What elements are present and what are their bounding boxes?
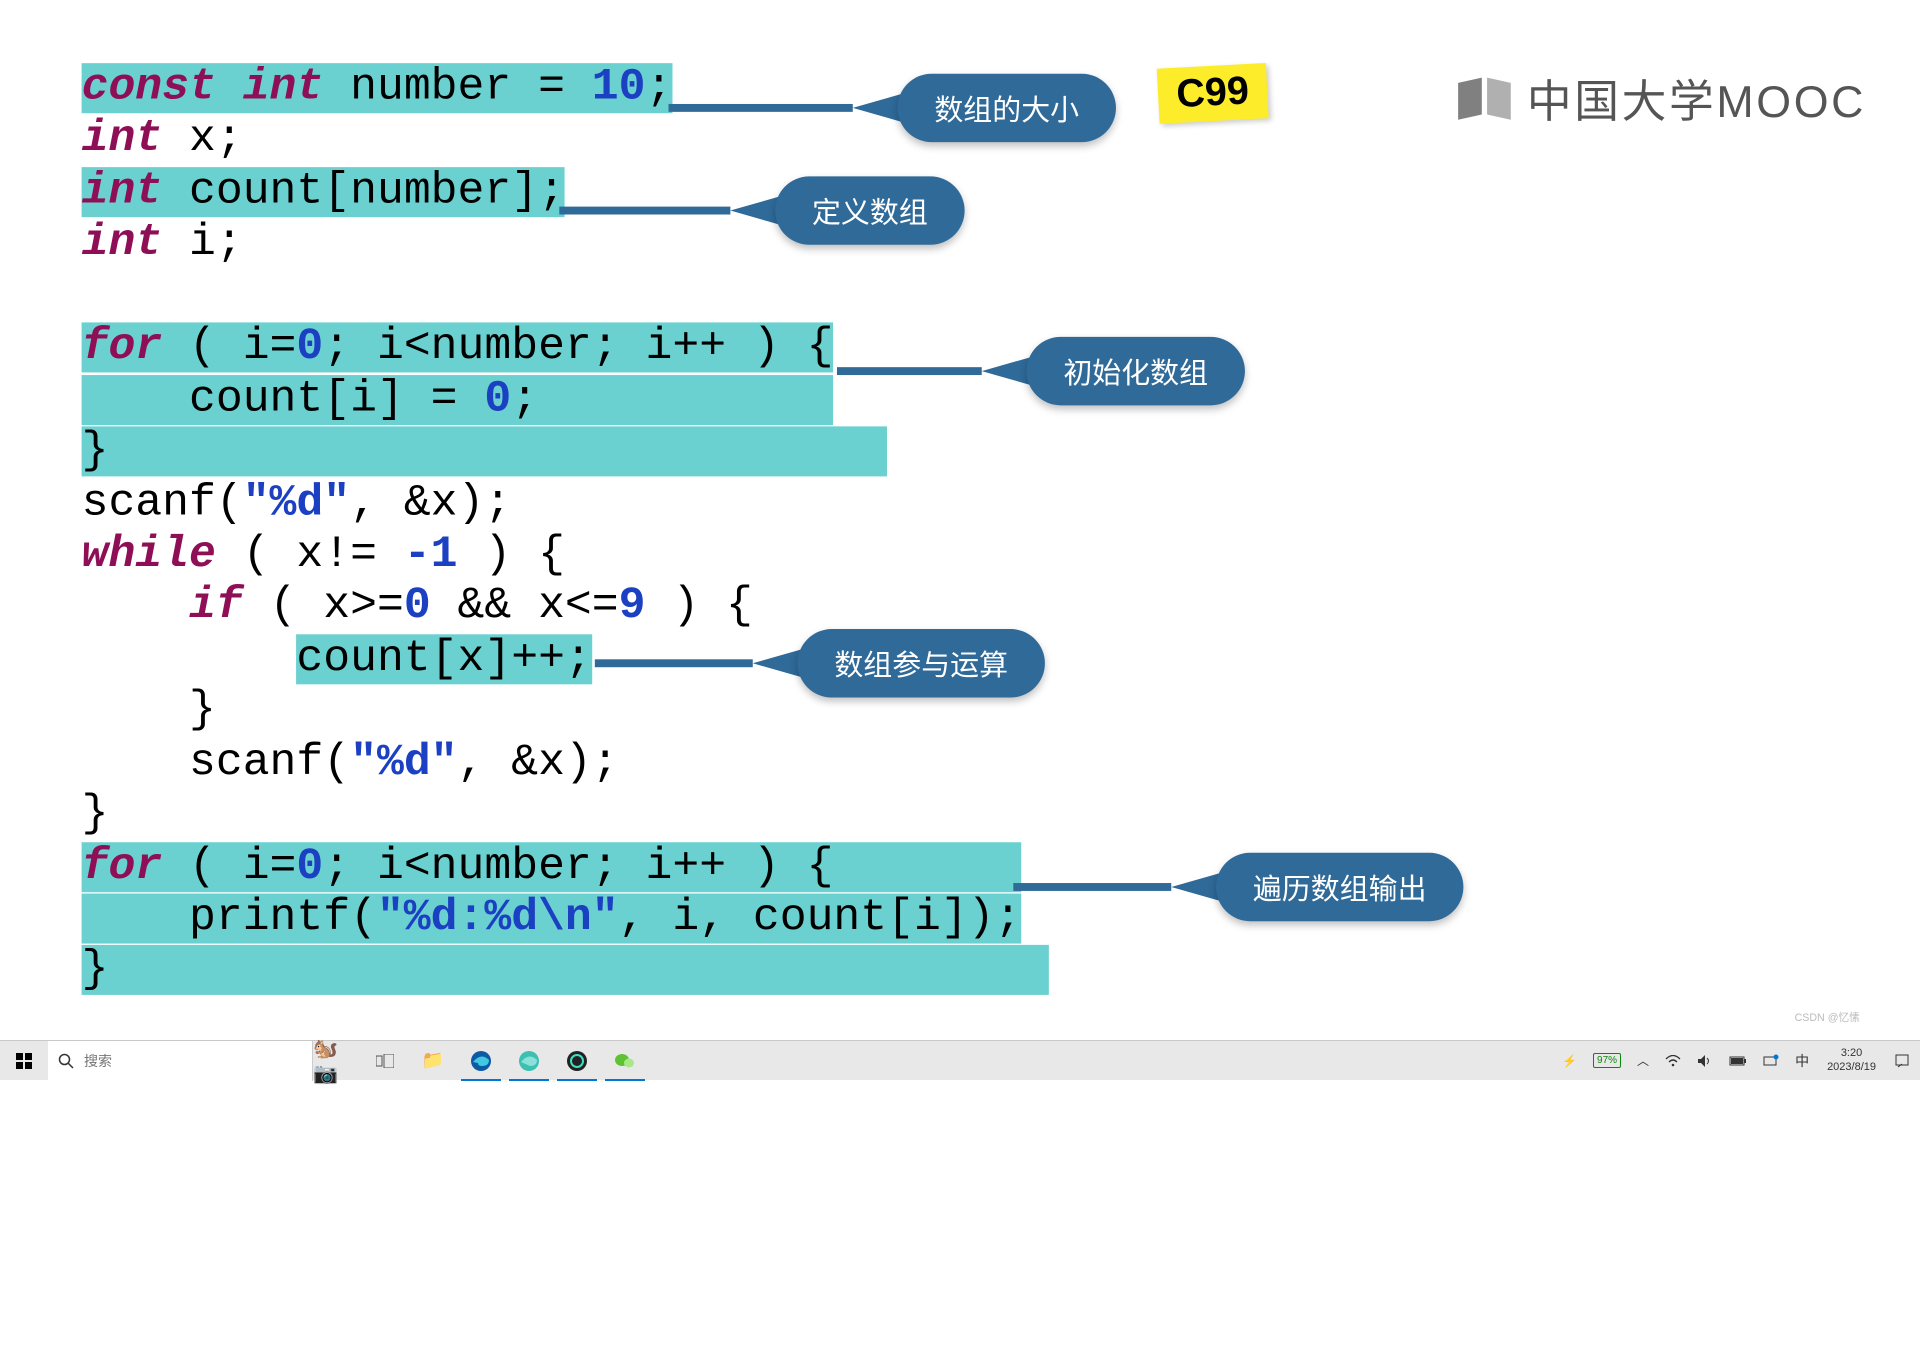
taskbar-app-squirrelmail[interactable]: 🐿️📷 [313,1041,361,1081]
tray-charging-icon[interactable]: ⚡ [1556,1041,1583,1081]
tray-wifi-icon[interactable] [1659,1041,1687,1081]
callout-label: 数组参与运算 [797,629,1044,697]
c99-tag: C99 [1157,63,1269,124]
tray-battery-icon[interactable] [1723,1041,1753,1081]
callout-iterate-array: 遍历数组输出 [1013,853,1463,921]
start-button[interactable] [0,1041,48,1081]
clock-time: 3:20 [1841,1047,1862,1060]
notifications-icon [1894,1053,1910,1069]
taskbar-app-edge-beta[interactable] [505,1041,553,1081]
taskbar-app-edge[interactable] [457,1041,505,1081]
wifi-icon [1665,1055,1681,1067]
connect-icon [1763,1054,1779,1068]
taskbar-taskview[interactable] [361,1041,409,1081]
callout-label: 初始化数组 [1026,337,1244,405]
callout-label: 遍历数组输出 [1216,853,1463,921]
clock-date: 2023/8/19 [1827,1061,1876,1074]
taskbar-app-obs[interactable] [553,1041,601,1081]
tray-battery[interactable]: 97% [1587,1041,1627,1081]
callout-define-array: 定义数组 [559,176,964,244]
taskbar: 🐿️📷 📁 ⚡ 97% ︿ 中 [0,1040,1920,1080]
callout-use-array: 数组参与运算 [595,629,1045,697]
edge-icon [470,1050,492,1072]
search-icon [58,1053,74,1069]
volume-icon [1697,1054,1713,1068]
tray-ime[interactable]: 中 [1789,1041,1815,1081]
search-input[interactable] [84,1053,302,1069]
taskbar-app-wechat[interactable] [601,1041,649,1081]
battery-icon [1729,1055,1747,1067]
edge-beta-icon [518,1050,540,1072]
brand-logo: 中国大学MOOC [1456,66,1866,130]
wechat-icon [614,1050,636,1072]
tray-volume-icon[interactable] [1691,1041,1719,1081]
taskview-icon [376,1054,394,1068]
watermark: CSDN @忆愫 [1795,1010,1860,1025]
taskbar-apps: 🐿️📷 📁 [313,1041,649,1080]
book-icon [1456,74,1514,121]
tray-notifications-icon[interactable] [1888,1041,1916,1081]
callout-array-size: 数组的大小 [669,74,1116,142]
taskbar-app-explorer[interactable]: 📁 [409,1041,457,1081]
brand-text: 中国大学MOOC [1527,66,1866,130]
callout-label: 数组的大小 [898,74,1116,142]
system-tray: ⚡ 97% ︿ 中 3:20 2023/8/19 [1556,1041,1920,1080]
tray-connect-icon[interactable] [1757,1041,1785,1081]
tray-chevron-up-icon[interactable]: ︿ [1631,1041,1655,1081]
taskbar-search[interactable] [48,1041,313,1081]
obs-icon [566,1050,588,1072]
callout-label: 定义数组 [775,176,965,244]
windows-icon [16,1053,32,1069]
tray-clock[interactable]: 3:20 2023/8/19 [1819,1047,1884,1073]
slide-content: 中国大学MOOC C99 数组的大小 定义数组 初始化数组 数组参与运算 遍历 [0,0,1920,1369]
callout-init-array: 初始化数组 [837,337,1245,405]
